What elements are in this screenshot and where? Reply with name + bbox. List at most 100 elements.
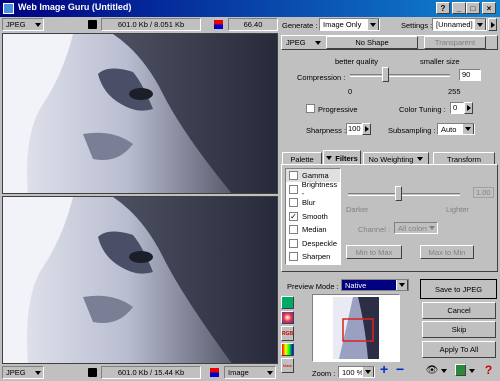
tab-filters[interactable]: Filters (323, 150, 361, 165)
bottom-size-readout: 601.0 Kb / 15.44 Kb (101, 366, 201, 379)
top-format-select[interactable]: JPEG (2, 18, 44, 31)
generate-select[interactable]: Image Only (319, 18, 380, 31)
top-zoom-readout: 66.40 (228, 18, 278, 31)
eye-dropdown-icon[interactable] (441, 369, 447, 373)
subsampling-select[interactable]: Auto (437, 123, 475, 135)
original-image-pane[interactable] (2, 33, 278, 194)
title-bar: Web Image Guru (Untitled) ? _ □ × (0, 0, 500, 17)
filters-panel: Gamma Brightness - Blur ✓ Smooth Median Despec… (281, 164, 498, 272)
filter-value-readout: 1.00 (473, 187, 494, 198)
shape-select[interactable]: No Shape (326, 36, 418, 49)
original-portrait-image (3, 34, 277, 193)
top-size-readout: 601.0 Kb / 8.051 Kb (101, 18, 201, 31)
compression-value-field[interactable]: 90 (459, 69, 481, 81)
progressive-label: Progressive (318, 105, 358, 114)
filter-label: Gamma (302, 171, 329, 180)
minimize-icon[interactable]: _ (452, 2, 466, 14)
settings-next-button[interactable] (488, 18, 497, 31)
cancel-button[interactable]: Cancel (422, 302, 496, 319)
sharpness-field[interactable]: 100 (346, 123, 362, 135)
settings-select[interactable]: [Unnamed] (432, 18, 487, 31)
bottom-format-select[interactable]: JPEG (2, 366, 44, 379)
min-to-max-button[interactable]: Min to Max (346, 245, 402, 259)
filter-label: Median (302, 225, 327, 234)
close-icon[interactable]: × (482, 2, 496, 14)
filters-list: Gamma Brightness - Blur ✓ Smooth Median Despec… (285, 168, 341, 265)
filter-item[interactable]: Sharpen (286, 250, 340, 263)
monitor-dropdown-icon[interactable] (469, 369, 475, 373)
preview-mode-select[interactable]: Native (341, 279, 409, 291)
rgb-tool-icon[interactable]: RGB (281, 326, 294, 341)
zoom-in-icon[interactable]: + (380, 361, 388, 377)
color-tuning-spin-button[interactable] (464, 102, 473, 114)
mask-tool-icon[interactable]: Mask (281, 358, 294, 373)
generate-label: Generate : (282, 21, 318, 30)
view-select[interactable]: Image (224, 366, 276, 379)
filter-item[interactable]: Brightness - (286, 180, 340, 198)
zoom-flag-icon (214, 20, 223, 29)
filter-item[interactable]: Despeckle (286, 237, 340, 250)
filter-item[interactable]: ✓ Smooth (286, 210, 340, 223)
subsampling-label: Subsampling : (388, 126, 436, 135)
filter-checkbox[interactable]: ✓ (289, 211, 298, 221)
filter-label: Despeckle (302, 238, 338, 248)
maximize-icon[interactable]: □ (466, 2, 480, 14)
max-to-min-button[interactable]: Max to Min (420, 245, 474, 259)
window-title: Web Image Guru (Untitled) (18, 2, 132, 12)
apply-to-all-button[interactable]: Apply To All (422, 341, 496, 358)
hand-tool-icon[interactable] (281, 296, 294, 309)
filter-checkbox[interactable] (289, 225, 298, 234)
filter-checkbox[interactable] (289, 171, 298, 180)
settings-label: Settings : (401, 21, 433, 30)
save-to-jpeg-button[interactable]: Save to JPEG (420, 279, 497, 299)
filter-checkbox[interactable] (289, 184, 298, 194)
view-flag-icon (210, 368, 219, 377)
output-format-select[interactable]: JPEG (283, 36, 323, 49)
filter-item[interactable]: Blur (286, 196, 340, 209)
filter-label: Sharpen (302, 252, 331, 261)
lighter-label: Lighter (446, 205, 469, 214)
filter-checkbox[interactable] (289, 238, 298, 248)
app-icon (3, 3, 14, 14)
progressive-checkbox[interactable] (306, 104, 315, 113)
help-icon[interactable]: ? (436, 2, 450, 14)
compression-slider-track[interactable] (350, 74, 450, 77)
disk-icon (88, 368, 97, 377)
thumbnail-image (333, 297, 379, 359)
color-tuning-field[interactable]: 0 (450, 102, 464, 114)
transparent-button[interactable]: Transparent (424, 36, 486, 49)
sharpness-spin-button[interactable] (362, 123, 371, 135)
tool-strip: RGB Mask (281, 294, 295, 380)
filters-dropdown-icon (326, 156, 333, 160)
help-question-icon[interactable]: ? (482, 362, 495, 377)
eye-icon[interactable]: 👁 (426, 364, 439, 376)
disk-icon (88, 20, 97, 29)
compression-min-label: 0 (348, 87, 353, 96)
top-status-bar: JPEG 601.0 Kb / 8.051 Kb 66.40 (2, 18, 278, 32)
zoom-label: Zoom : (312, 369, 336, 378)
filter-checkbox[interactable] (289, 252, 298, 261)
preview-image-pane[interactable] (2, 196, 278, 364)
palette-tool-icon[interactable] (281, 343, 294, 356)
format-bar: JPEG No Shape Transparent (281, 35, 498, 50)
filter-checkbox[interactable] (289, 198, 298, 207)
skip-button[interactable]: Skip (422, 321, 496, 338)
zoom-select[interactable]: 100 % (338, 366, 375, 378)
color-wheel-icon[interactable] (281, 311, 294, 324)
filter-item[interactable]: Median (286, 223, 340, 236)
weighting-dropdown-icon (417, 157, 424, 161)
sharpness-label: Sharpness : (306, 126, 347, 135)
color-tuning-label: Color Tuning : (399, 105, 446, 114)
filter-label: Blur (302, 198, 316, 207)
navigator-thumbnail[interactable] (312, 294, 400, 362)
channel-label: Channel : (358, 225, 391, 234)
compression-slider-thumb[interactable] (382, 67, 389, 82)
zoom-out-icon[interactable]: − (396, 361, 404, 377)
monitor-icon[interactable] (455, 364, 466, 376)
better-quality-label: better quality (335, 57, 378, 66)
filter-slider-thumb[interactable] (395, 186, 403, 201)
channel-select[interactable]: All colors (394, 222, 438, 234)
compression-label: Compression : (297, 73, 346, 82)
filter-label: Smooth (302, 211, 328, 221)
filter-slider-track[interactable] (348, 193, 460, 196)
